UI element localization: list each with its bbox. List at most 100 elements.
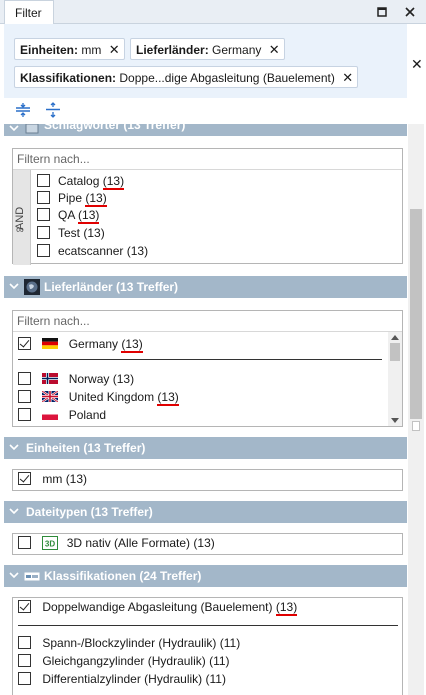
- svg-text:3D: 3D: [45, 540, 55, 549]
- item-count: (13): [83, 226, 105, 240]
- lieferlaender-filter-input[interactable]: Filtern nach...: [13, 311, 402, 332]
- filter-sections[interactable]: Schlagwörter (13 Treffer) Filtern nach..…: [4, 124, 407, 695]
- remove-chip-icon[interactable]: ✕: [269, 43, 280, 56]
- chip-value: Doppe...dige Abgasleitung (Bauelement): [119, 71, 335, 85]
- section-title: Lieferländer (13 Treffer): [44, 280, 179, 294]
- item-count: (13): [65, 472, 88, 486]
- chip-value: Germany: [212, 43, 262, 57]
- schlagwoerter-filter-input[interactable]: Filtern nach...: [13, 149, 402, 170]
- tab-filter[interactable]: Filter: [4, 0, 54, 24]
- list-item[interactable]: QA (13): [37, 208, 100, 225]
- section-header-dateitypen[interactable]: Dateitypen (13 Treffer): [4, 501, 407, 523]
- selection-divider: [18, 359, 382, 360]
- list-item[interactable]: Norway (13): [18, 372, 134, 389]
- main-scrollbar[interactable]: [408, 124, 424, 695]
- tag-icon: [24, 124, 40, 137]
- item-count: (11): [219, 636, 241, 650]
- section-title: Schlagwörter (13 Treffer): [44, 124, 186, 132]
- checkbox[interactable]: [18, 372, 31, 385]
- checkbox-checked[interactable]: [18, 600, 31, 613]
- dateitypen-list: 3D 3D nativ (Alle Formate) (13): [12, 533, 403, 555]
- chip-lieferlaender[interactable]: Lieferländer: Germany ✕: [130, 38, 285, 60]
- close-panel-icon[interactable]: [402, 4, 418, 20]
- operator-toggle[interactable]: ∞ AND: [13, 170, 31, 265]
- scroll-down-arrow[interactable]: [391, 418, 399, 423]
- checkbox[interactable]: [37, 208, 50, 221]
- list-item[interactable]: Poland: [18, 408, 106, 425]
- scroll-thumb[interactable]: [410, 209, 422, 419]
- item-count: (13): [121, 337, 143, 353]
- checkbox-checked[interactable]: [18, 472, 31, 485]
- list-item[interactable]: Spann-/Blockzylinder (Hydraulik) (11): [18, 636, 240, 653]
- item-count: (13): [275, 600, 298, 616]
- item-count: (13): [193, 536, 215, 550]
- list-item[interactable]: Gleichgangzylinder (Hydraulik) (11): [18, 654, 230, 671]
- chevron-down-icon: [8, 124, 20, 134]
- checkbox[interactable]: [18, 654, 31, 667]
- chip-einheiten[interactable]: Einheiten: mm ✕: [14, 38, 125, 60]
- section-header-schlagwoerter[interactable]: Schlagwörter (13 Treffer): [4, 124, 407, 136]
- list-item[interactable]: Test (13): [37, 226, 105, 243]
- list-item[interactable]: Pipe (13): [37, 191, 107, 208]
- list-item[interactable]: United Kingdom (13): [18, 390, 179, 407]
- schlagwoerter-list: Filtern nach... ∞ AND Catalog (13) Pipe …: [12, 148, 403, 265]
- item-label: Spann-/Blockzylinder (Hydraulik): [42, 636, 217, 650]
- klassifikationen-list: Doppelwandige Abgasleitung (Bauelement) …: [12, 597, 403, 695]
- operator-label: AND: [14, 206, 26, 230]
- item-count: (13): [157, 390, 179, 406]
- item-label: Doppelwandige Abgasleitung (Bauelement): [42, 600, 273, 614]
- list-item[interactable]: Differentialzylinder (Hydraulik) (11): [18, 672, 226, 689]
- active-filters: Einheiten: mm ✕ Lieferländer: Germany ✕ …: [4, 24, 407, 98]
- checkbox[interactable]: [37, 226, 50, 239]
- item-label: Poland: [68, 408, 107, 422]
- item-label: 3D nativ (Alle Formate): [66, 536, 191, 550]
- remove-chip-icon[interactable]: ✕: [109, 43, 120, 56]
- item-label: Norway: [68, 372, 110, 386]
- window-titlebar: Filter: [0, 0, 426, 24]
- chevron-down-icon: [8, 441, 20, 453]
- expand-all-icon[interactable]: [15, 102, 31, 118]
- checkbox[interactable]: [18, 408, 31, 421]
- lieferlaender-scrollbar[interactable]: [388, 332, 402, 426]
- tab-filter-label: Filter: [15, 6, 42, 20]
- chip-value: mm: [81, 43, 102, 57]
- list-item-selected[interactable]: Germany (13): [18, 337, 143, 354]
- item-label: QA: [58, 208, 75, 222]
- chip-klassifikationen[interactable]: Klassifikationen: Doppe...dige Abgasleit…: [14, 66, 359, 88]
- item-label: United Kingdom: [68, 390, 155, 404]
- section-header-lieferlaender[interactable]: Lieferländer (13 Treffer): [4, 276, 407, 298]
- list-item-selected[interactable]: Doppelwandige Abgasleitung (Bauelement) …: [18, 600, 298, 617]
- lieferlaender-list: Filtern nach... Germany (13) Norway (13)…: [12, 310, 403, 427]
- section-header-klassifikationen[interactable]: Klassifikationen (24 Treffer): [4, 565, 407, 587]
- list-item[interactable]: ecatscanner (13): [37, 244, 148, 261]
- item-count: (13): [102, 174, 125, 190]
- checkbox[interactable]: [37, 174, 50, 187]
- list-item[interactable]: 3D 3D nativ (Alle Formate) (13): [18, 536, 215, 553]
- item-count: (13): [78, 208, 100, 224]
- scroll-up-arrow[interactable]: [391, 335, 399, 340]
- remove-chip-icon[interactable]: ✕: [342, 71, 353, 84]
- item-label: Catalog: [58, 174, 100, 188]
- maximize-icon[interactable]: [374, 4, 390, 20]
- section-header-einheiten[interactable]: Einheiten (13 Treffer): [4, 437, 407, 459]
- checkbox[interactable]: [18, 536, 31, 549]
- chevron-down-icon: [8, 280, 20, 292]
- clear-all-filters-icon[interactable]: ✕: [411, 56, 423, 73]
- checkbox[interactable]: [18, 390, 31, 403]
- collapse-all-icon[interactable]: [45, 102, 61, 118]
- chevron-down-icon: [8, 569, 20, 581]
- section-title: Einheiten (13 Treffer): [26, 441, 146, 455]
- item-label: mm: [42, 472, 63, 486]
- checkbox[interactable]: [37, 191, 50, 204]
- checkbox-checked[interactable]: [18, 337, 31, 350]
- checkbox[interactable]: [37, 244, 50, 257]
- list-item-selected[interactable]: mm (13): [18, 472, 87, 489]
- item-label: Test: [58, 226, 81, 240]
- flag-poland-icon: [42, 409, 59, 420]
- checkbox[interactable]: [18, 636, 31, 649]
- list-item[interactable]: Catalog (13): [37, 174, 125, 191]
- scroll-thumb[interactable]: [390, 343, 400, 361]
- einheiten-list: mm (13): [12, 469, 403, 491]
- checkbox[interactable]: [18, 672, 31, 685]
- item-count: (13): [126, 244, 149, 258]
